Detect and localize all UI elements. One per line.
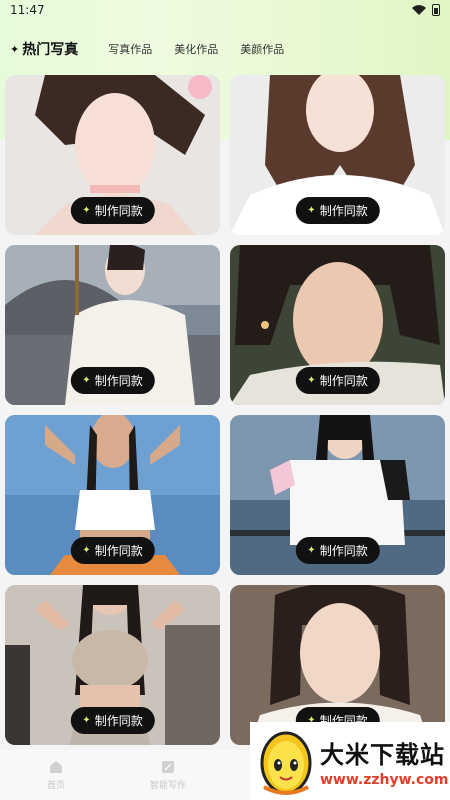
category-tabs: ✦ 热门写真 写真作品 美化作品 美颜作品 bbox=[0, 36, 450, 62]
photo-card[interactable]: ✦ 制作同款 bbox=[230, 415, 445, 575]
watermark-title: 大米下载站 bbox=[320, 740, 445, 769]
sparkle-icon: ✦ bbox=[307, 205, 316, 216]
photo-card[interactable]: ✦ 制作同款 bbox=[5, 585, 220, 745]
tab-hot-photos[interactable]: ✦ 热门写真 bbox=[10, 39, 79, 62]
button-label: 制作同款 bbox=[94, 544, 143, 558]
site-watermark: 大米下载站 www.zzhyw.com bbox=[250, 722, 450, 800]
button-label: 制作同款 bbox=[319, 544, 368, 558]
tab-photo-works[interactable]: 写真作品 bbox=[108, 41, 152, 57]
home-icon bbox=[50, 761, 62, 773]
photo-card[interactable]: ✦ 制作同款 bbox=[230, 585, 445, 745]
photo-card[interactable]: ✦ 制作同款 bbox=[230, 245, 445, 405]
tab-beautify-works[interactable]: 美化作品 bbox=[174, 41, 218, 57]
sparkle-icon: ✦ bbox=[10, 42, 20, 56]
watermark-url: www.zzhyw.com bbox=[320, 771, 449, 788]
photo-card[interactable]: ✦ 制作同款 bbox=[5, 415, 220, 575]
watermark-text: 大米下载站 www.zzhyw.com bbox=[320, 735, 448, 788]
battery-icon bbox=[432, 4, 440, 16]
sparkle-icon: ✦ bbox=[82, 545, 91, 556]
status-time: 11:47 bbox=[10, 3, 45, 17]
button-label: 制作同款 bbox=[319, 374, 368, 388]
make-same-button[interactable]: ✦ 制作同款 bbox=[295, 537, 380, 564]
edit-icon bbox=[162, 761, 174, 773]
photo-card[interactable]: ✦ 制作同款 bbox=[5, 75, 220, 235]
photo-card[interactable]: ✦ 制作同款 bbox=[5, 245, 220, 405]
make-same-button[interactable]: ✦ 制作同款 bbox=[295, 367, 380, 394]
button-label: 制作同款 bbox=[94, 204, 143, 218]
sparkle-icon: ✦ bbox=[82, 205, 91, 216]
make-same-button[interactable]: ✦ 制作同款 bbox=[70, 367, 155, 394]
sparkle-icon: ✦ bbox=[307, 545, 316, 556]
make-same-button[interactable]: ✦ 制作同款 bbox=[70, 197, 155, 224]
button-label: 制作同款 bbox=[94, 714, 143, 728]
button-label: 制作同款 bbox=[319, 204, 368, 218]
corn-mascot-logo bbox=[260, 731, 312, 795]
make-same-button[interactable]: ✦ 制作同款 bbox=[70, 537, 155, 564]
status-bar: 11:47 bbox=[0, 0, 450, 20]
make-same-button[interactable]: ✦ 制作同款 bbox=[295, 197, 380, 224]
sparkle-icon: ✦ bbox=[307, 375, 316, 386]
nav-label: 首页 bbox=[46, 781, 65, 791]
nav-home[interactable]: 首页 bbox=[0, 759, 112, 791]
wifi-icon bbox=[412, 5, 426, 15]
tab-label: 热门写真 bbox=[22, 42, 79, 58]
photo-card[interactable]: ✦ 制作同款 bbox=[230, 75, 445, 235]
button-label: 制作同款 bbox=[94, 374, 143, 388]
status-icons bbox=[412, 4, 440, 16]
make-same-button[interactable]: ✦ 制作同款 bbox=[70, 707, 155, 734]
sparkle-icon: ✦ bbox=[82, 375, 91, 386]
nav-smart-writing[interactable]: 智能写作 bbox=[112, 759, 224, 791]
nav-label: 智能写作 bbox=[149, 781, 186, 791]
sparkle-icon: ✦ bbox=[82, 715, 91, 726]
photo-grid: ✦ 制作同款 ✦ 制作同款 ✦ 制作同款 ✦ 制作同款 ✦ 制作同款 ✦ 制作同… bbox=[5, 75, 445, 745]
tab-beauty-works[interactable]: 美颜作品 bbox=[240, 41, 284, 57]
